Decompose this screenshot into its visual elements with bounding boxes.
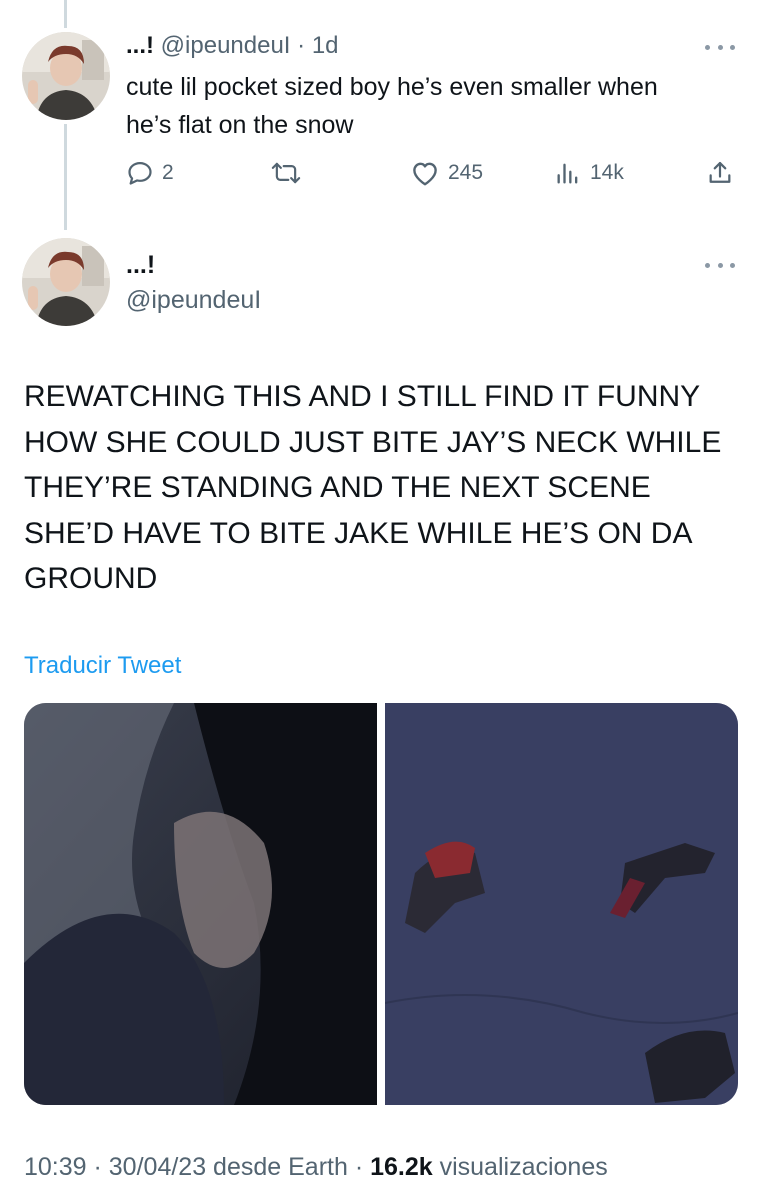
media-image-2[interactable] — [385, 703, 738, 1105]
like-button[interactable]: 245 — [410, 156, 483, 190]
tweet-more-icon[interactable] — [705, 260, 735, 270]
reply-actions: 2 245 14k — [126, 156, 738, 190]
tweet-footer: 10:39 · 30/04/23 desde Earth · 16.2k vis… — [24, 1150, 608, 1184]
reply-time[interactable]: 1d — [312, 32, 339, 59]
reply-handle[interactable]: @ipeundeuI — [161, 32, 291, 59]
like-icon — [410, 159, 440, 187]
reply-header: ...! @ipeundeuI · 1d — [126, 30, 339, 62]
tweet-views-label[interactable]: visualizaciones — [433, 1153, 608, 1181]
reply-count: 2 — [162, 161, 174, 184]
reply-display-name[interactable]: ...! — [126, 32, 154, 59]
reply-more-icon[interactable] — [705, 42, 735, 52]
tweet-date[interactable]: 30/04/23 — [109, 1153, 206, 1181]
share-icon — [706, 159, 734, 187]
tweet-avatar[interactable] — [22, 238, 110, 326]
reply-icon — [126, 159, 154, 187]
tweet-display-name[interactable]: ...! — [126, 250, 155, 280]
retweet-icon — [270, 159, 302, 187]
reply-avatar[interactable] — [22, 32, 110, 120]
retweet-button[interactable] — [270, 156, 302, 190]
thread-line — [64, 124, 67, 230]
reply-button[interactable]: 2 — [126, 156, 174, 190]
tweet-views-count[interactable]: 16.2k — [370, 1153, 433, 1181]
views-icon — [554, 159, 582, 187]
tweet-media — [24, 703, 738, 1105]
footer-dot-1: · — [86, 1153, 109, 1181]
reply-text: cute lil pocket sized boy he’s even smal… — [126, 73, 658, 139]
like-count: 245 — [448, 161, 484, 184]
tweet-text: REWATCHING THIS AND I STILL FIND IT FUNN… — [24, 380, 722, 595]
thread-line-top — [64, 0, 67, 28]
reply-separator: · — [297, 32, 306, 59]
tweet-time[interactable]: 10:39 — [24, 1153, 87, 1181]
views-button[interactable]: 14k — [554, 156, 624, 190]
share-button[interactable] — [706, 156, 734, 190]
translate-tweet-link[interactable]: Traducir Tweet — [24, 650, 181, 682]
tweet-handle[interactable]: @ipeundeuI — [126, 284, 261, 316]
tweet-source: desde Earth — [206, 1153, 348, 1181]
footer-dot-2: · — [347, 1153, 371, 1181]
media-image-1[interactable] — [24, 703, 377, 1105]
views-count: 14k — [590, 161, 624, 184]
